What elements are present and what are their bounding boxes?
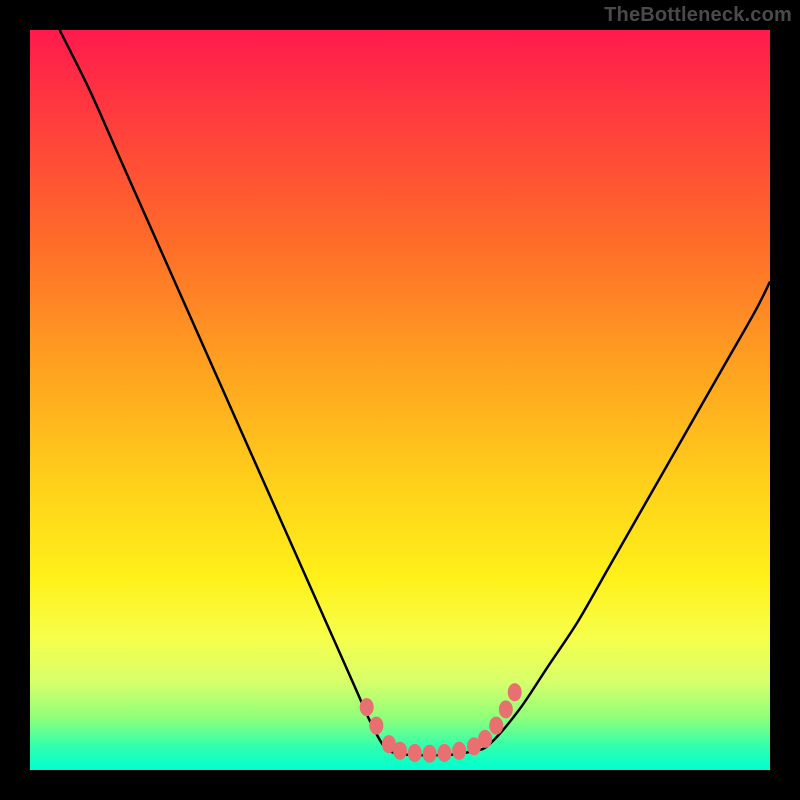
valley-marker: [478, 730, 492, 748]
outer-frame: TheBottleneck.com: [0, 0, 800, 800]
valley-marker: [489, 717, 503, 735]
valley-marker: [408, 744, 422, 762]
valley-marker: [437, 744, 451, 762]
valley-marker: [423, 745, 437, 763]
valley-marker: [499, 700, 513, 718]
valley-marker: [452, 742, 466, 760]
plot-area: [30, 30, 770, 770]
valley-marker: [369, 717, 383, 735]
bottleneck-curve: [30, 30, 770, 770]
valley-marker: [393, 742, 407, 760]
valley-marker: [508, 683, 522, 701]
curve-path: [60, 30, 770, 755]
attribution-label: TheBottleneck.com: [604, 4, 792, 27]
valley-markers: [360, 683, 522, 762]
valley-marker: [360, 698, 374, 716]
